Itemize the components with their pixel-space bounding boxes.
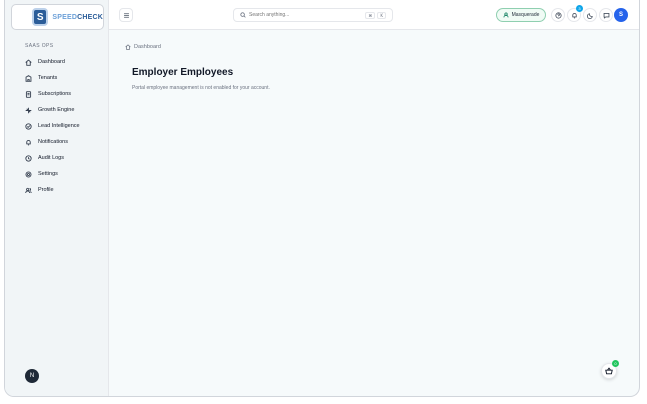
kbd-k: K bbox=[377, 12, 386, 19]
sidebar: S SPEEDCHECK SAAS OPS Dashboard Tenants … bbox=[5, 0, 109, 396]
logo[interactable]: S SPEEDCHECK bbox=[11, 4, 104, 30]
sidebar-item-subscriptions[interactable]: Subscriptions bbox=[25, 86, 107, 102]
home-icon bbox=[125, 44, 131, 50]
gear-icon bbox=[25, 171, 32, 177]
user-icon bbox=[503, 12, 509, 18]
breadcrumb-label: Dashboard bbox=[134, 44, 161, 50]
search-input[interactable] bbox=[249, 12, 359, 18]
sidebar-item-label: Notifications bbox=[38, 139, 68, 145]
sidebar-nav: Dashboard Tenants Subscriptions Growth E… bbox=[25, 54, 107, 198]
sidebar-section-label: SAAS OPS bbox=[25, 43, 54, 49]
help-button[interactable] bbox=[551, 8, 565, 22]
user-avatar[interactable]: S bbox=[614, 8, 628, 22]
logo-text: SPEEDCHECK bbox=[52, 13, 103, 21]
page-message: Portal employee management is not enable… bbox=[132, 85, 270, 91]
clock-icon bbox=[25, 154, 32, 162]
basket-icon bbox=[605, 367, 613, 375]
logo-mark-icon: S bbox=[32, 8, 49, 26]
breadcrumb[interactable]: Dashboard bbox=[125, 44, 161, 50]
sidebar-item-settings[interactable]: Settings bbox=[25, 166, 107, 182]
kbd-command: ⌘ bbox=[365, 12, 376, 19]
help-circle-icon bbox=[554, 11, 562, 19]
cart-fab-button[interactable]: 0 bbox=[601, 360, 619, 379]
receipt-icon bbox=[25, 90, 32, 98]
sidebar-item-dashboard[interactable]: Dashboard bbox=[25, 54, 107, 70]
page-title: Employer Employees bbox=[132, 67, 234, 78]
users-icon bbox=[25, 187, 32, 193]
hamburger-icon bbox=[123, 12, 129, 18]
sidebar-item-lead-intelligence[interactable]: Lead Intelligence bbox=[25, 118, 107, 134]
moon-icon bbox=[586, 12, 593, 19]
sidebar-item-label: Tenants bbox=[38, 75, 58, 81]
sidebar-item-label: Growth Engine bbox=[38, 107, 75, 113]
masquerade-label: Masquerade bbox=[511, 12, 540, 18]
sidebar-item-notifications[interactable]: Notifications bbox=[25, 134, 107, 150]
sidebar-item-label: Audit Logs bbox=[38, 155, 64, 161]
sidebar-item-profile[interactable]: Profile bbox=[25, 182, 107, 198]
message-icon bbox=[603, 12, 609, 19]
sparkle-icon bbox=[25, 107, 32, 113]
search-icon bbox=[240, 12, 246, 18]
bell-icon bbox=[26, 139, 31, 145]
notifications-button[interactable]: 3 bbox=[567, 5, 583, 22]
search-box[interactable]: ⌘ K bbox=[233, 8, 393, 22]
app-frame: S SPEEDCHECK SAAS OPS Dashboard Tenants … bbox=[4, 0, 640, 397]
sidebar-item-label: Settings bbox=[38, 171, 58, 177]
sidebar-item-label: Lead Intelligence bbox=[38, 123, 80, 129]
menu-toggle-button[interactable] bbox=[119, 8, 133, 22]
main-content: Dashboard Employer Employees Portal empl… bbox=[109, 30, 639, 396]
bell-icon bbox=[571, 12, 577, 18]
search-shortcut: ⌘ K bbox=[365, 12, 386, 19]
fab-badge: 0 bbox=[612, 360, 619, 367]
target-icon bbox=[25, 122, 32, 130]
masquerade-button[interactable]: Masquerade bbox=[496, 8, 546, 22]
sidebar-item-label: Subscriptions bbox=[38, 91, 72, 97]
sidebar-item-label: Dashboard bbox=[38, 59, 65, 65]
sidebar-item-tenants[interactable]: Tenants bbox=[25, 70, 107, 86]
home-icon bbox=[25, 58, 32, 66]
help-avatar-button[interactable]: N bbox=[25, 369, 39, 383]
building-icon bbox=[25, 74, 32, 82]
sidebar-item-audit-logs[interactable]: Audit Logs bbox=[25, 150, 107, 166]
sidebar-item-label: Profile bbox=[38, 187, 54, 193]
notification-count-badge: 3 bbox=[576, 5, 583, 12]
sidebar-item-growth-engine[interactable]: Growth Engine bbox=[25, 102, 107, 118]
theme-toggle-button[interactable] bbox=[583, 8, 597, 22]
messages-button[interactable] bbox=[599, 8, 613, 22]
topbar: ⌘ K Masquerade 3 S bbox=[109, 0, 639, 30]
